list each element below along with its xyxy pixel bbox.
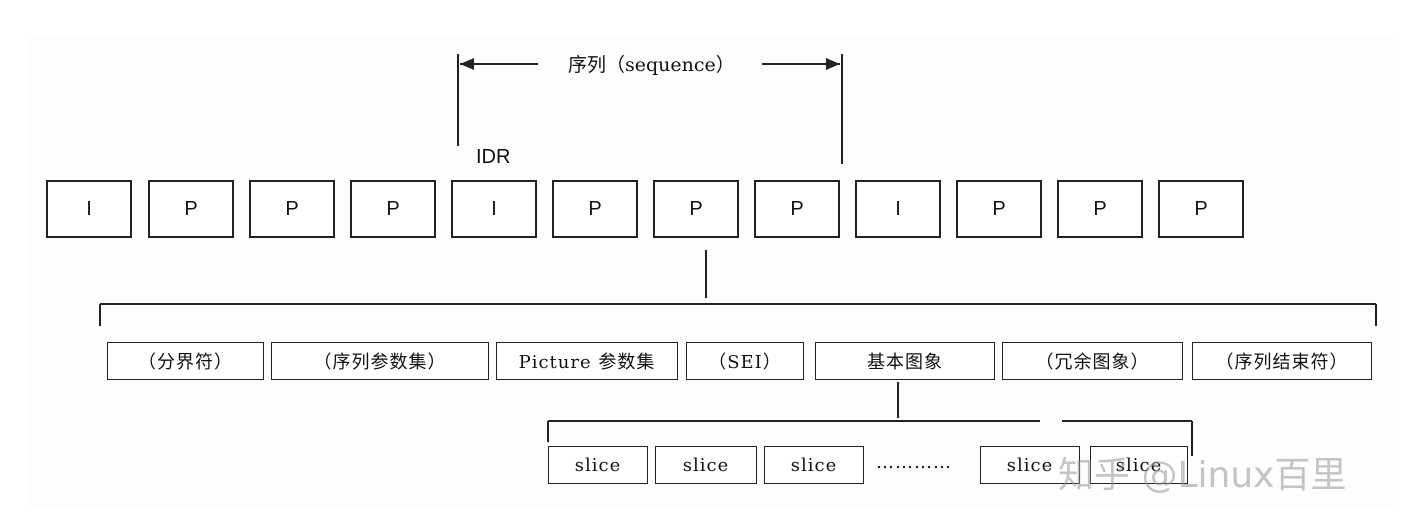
frame-box: I xyxy=(855,180,941,238)
frame-box: P xyxy=(653,180,739,238)
nal-unit-box: （分界符） xyxy=(107,342,264,380)
slice-box: slice xyxy=(764,446,864,484)
idr-label: IDR xyxy=(476,146,511,168)
slice-ellipsis: ………… xyxy=(876,452,952,473)
frame-box: I xyxy=(451,180,537,238)
frame-box: P xyxy=(1057,180,1143,238)
watermark: 知乎 @Linux百里 xyxy=(1058,455,1347,496)
slice-box: slice xyxy=(548,446,648,484)
nal-unit-box: （序列参数集） xyxy=(271,342,489,380)
frame-box: P xyxy=(754,180,840,238)
nal-unit-box: （序列结束符） xyxy=(1192,342,1372,380)
nal-unit-box: 基本图象 xyxy=(815,342,995,380)
frame-box: I xyxy=(46,180,132,238)
nal-unit-box: （冗余图象） xyxy=(1002,342,1183,380)
frame-box: P xyxy=(148,180,234,238)
frame-box: P xyxy=(1158,180,1244,238)
frame-box: P xyxy=(350,180,436,238)
sequence-label: 序列（sequence） xyxy=(568,54,735,76)
slice-box: slice xyxy=(655,446,757,484)
frame-box: P xyxy=(956,180,1042,238)
frame-box: P xyxy=(552,180,638,238)
nal-unit-box: Picture 参数集 xyxy=(496,342,678,380)
frame-box: P xyxy=(249,180,335,238)
nal-unit-box: （SEI） xyxy=(686,342,804,380)
